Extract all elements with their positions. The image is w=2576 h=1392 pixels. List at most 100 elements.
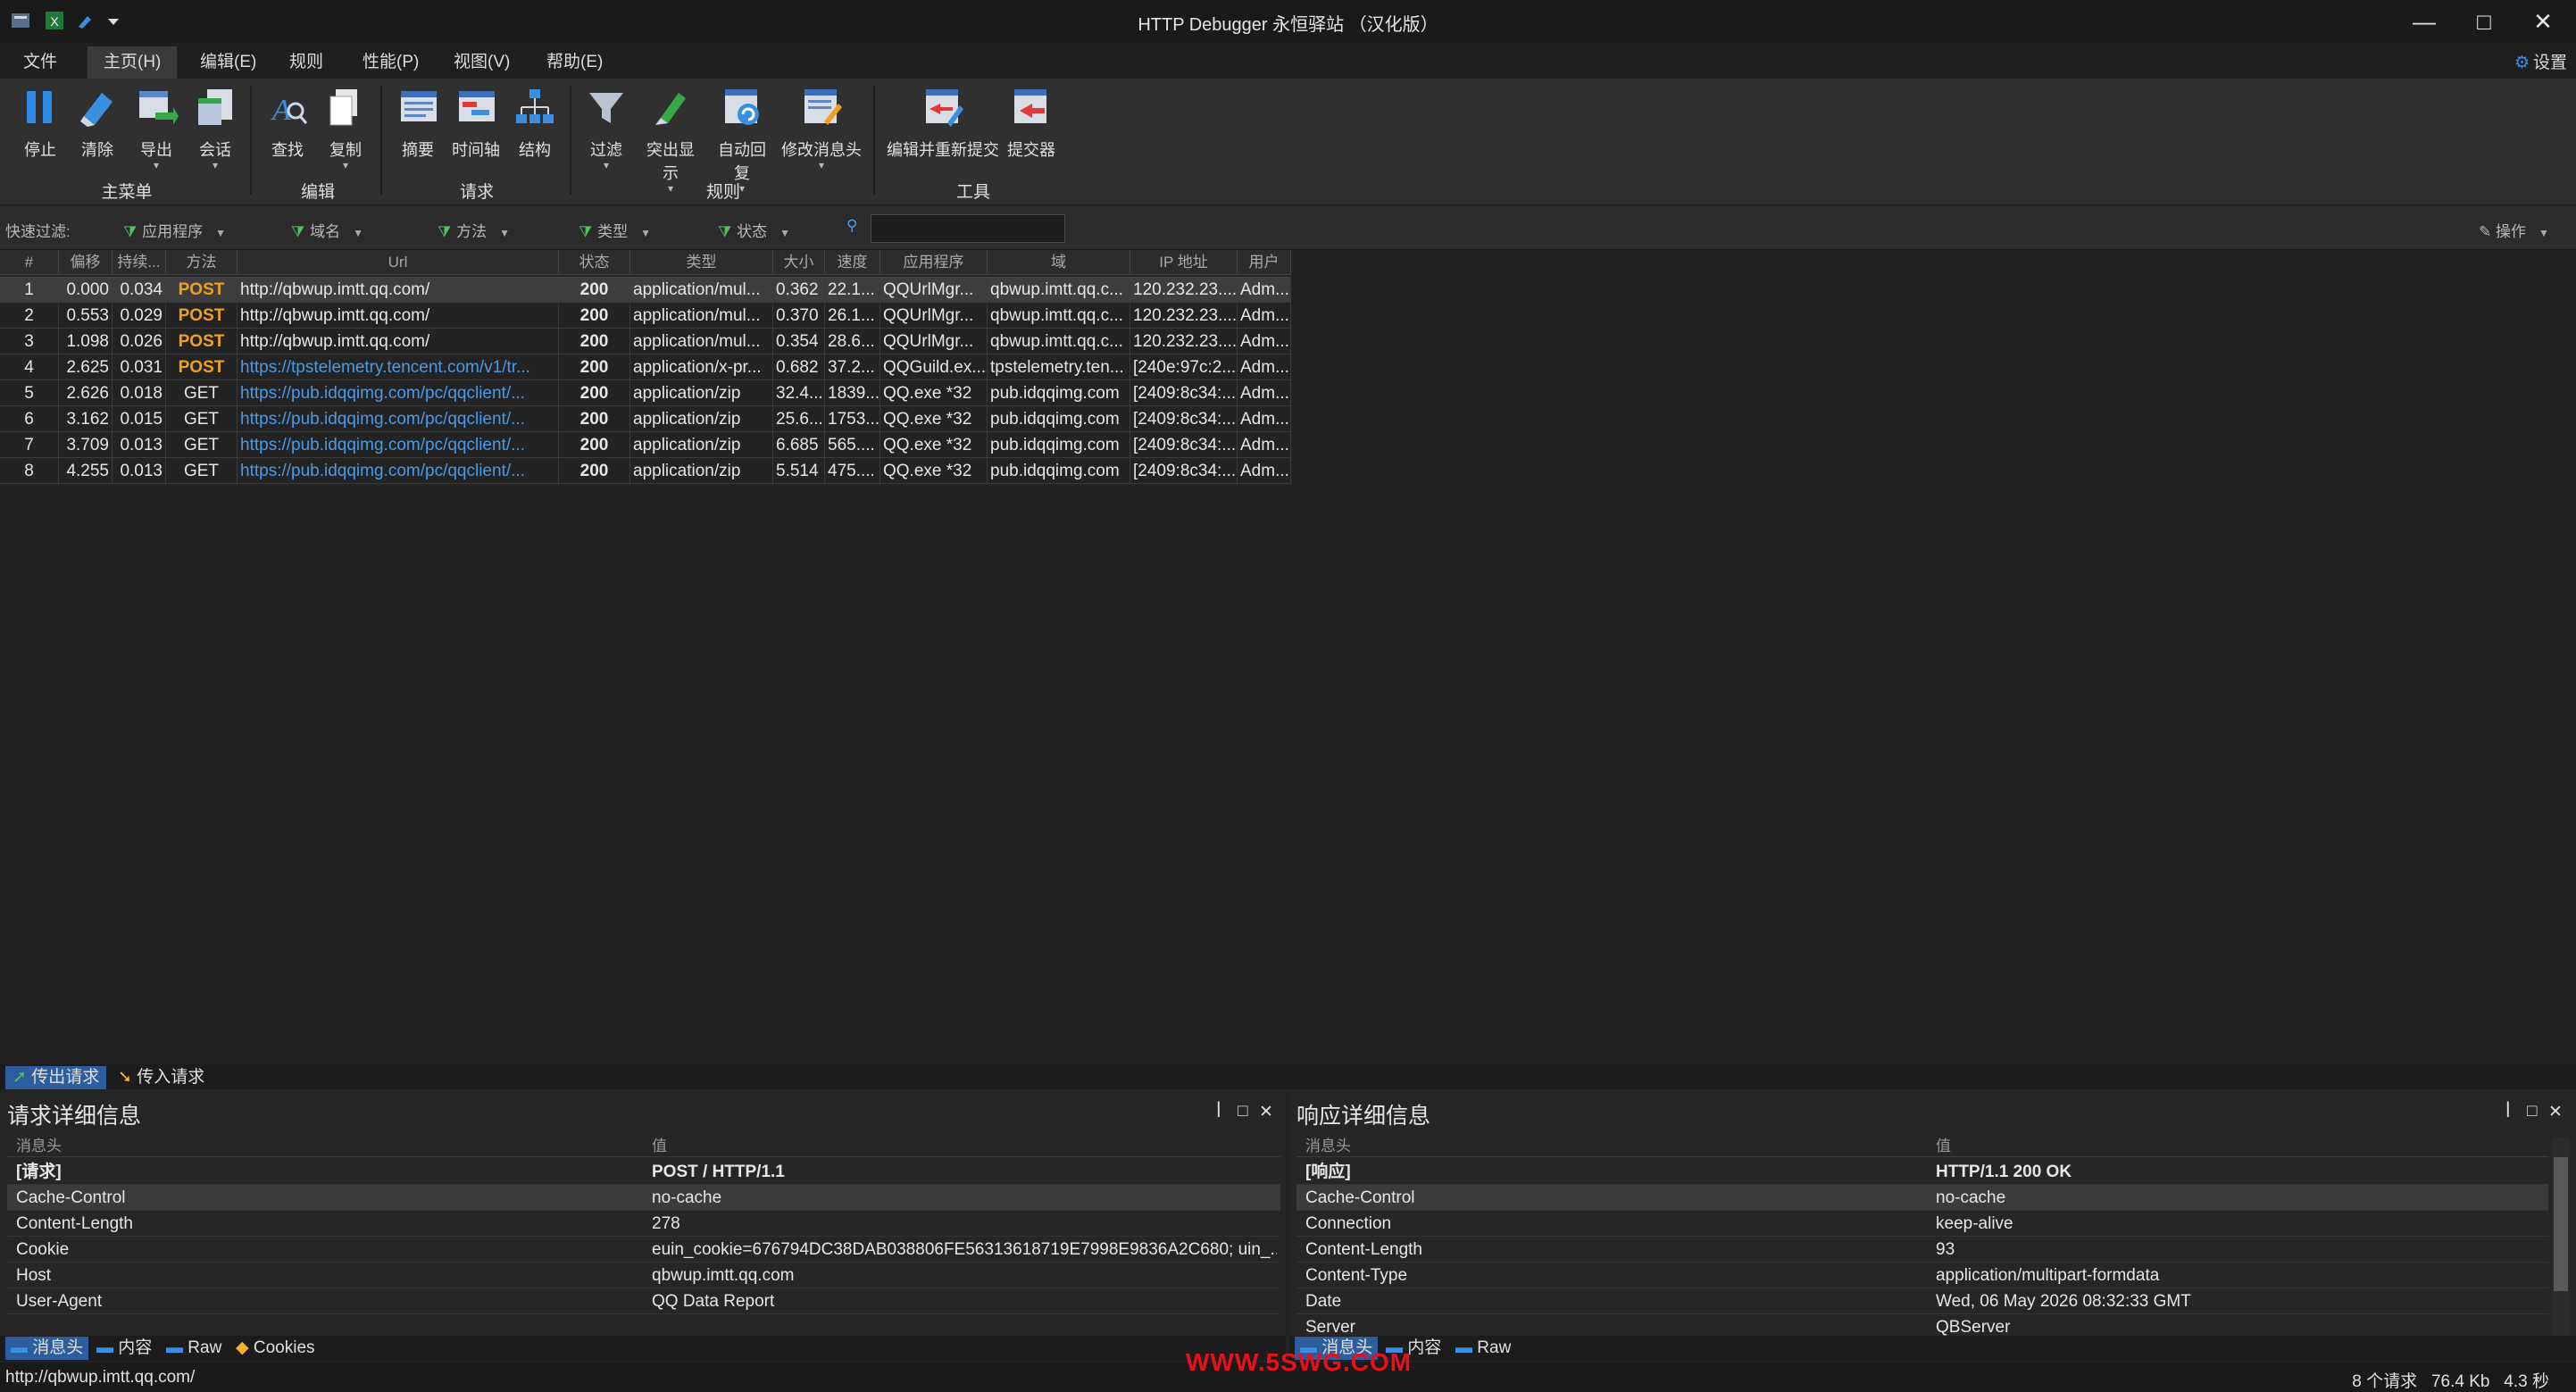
cell-dur: 0.018 — [113, 380, 166, 406]
column-header-url[interactable]: Url — [238, 250, 559, 275]
header-row[interactable]: Cache-Control no-cache — [1296, 1185, 2548, 1211]
timeline-icon — [459, 91, 495, 121]
tab-home[interactable]: 主页(H) — [88, 46, 178, 79]
table-row[interactable]: 1 0.000 0.034 POST http://qbwup.imtt.qq.com/… — [0, 277, 1291, 303]
cell-speed: 1753... — [825, 406, 880, 432]
table-row[interactable]: 6 3.162 0.015 GET https://pub.idqqimg.com/pc… — [0, 406, 1291, 432]
column-header-ip[interactable]: IP 地址 — [1130, 250, 1238, 275]
copy-button[interactable]: 复制 ▾ — [316, 86, 375, 171]
tab-help[interactable]: 帮助(E) — [530, 46, 619, 79]
edit-resubmit-button[interactable]: 编辑并重新提交 — [884, 86, 1002, 161]
cell-ip: 120.232.23.... — [1130, 329, 1238, 354]
column-header-speed[interactable]: 速度 — [825, 250, 880, 275]
header-key: [响应] — [1305, 1163, 1351, 1181]
response-scrollbar-thumb[interactable] — [2554, 1157, 2568, 1291]
table-row[interactable]: 2 0.553 0.029 POST http://qbwup.imtt.qq.com/… — [0, 303, 1291, 329]
header-row[interactable]: Cookie euin_cookie=676794DC38DAB038806FE5… — [7, 1237, 1280, 1263]
header-row[interactable]: User-Agent QQ Data Report — [7, 1288, 1280, 1314]
column-header-status[interactable]: 状态 — [559, 250, 630, 275]
filter-type-dropdown[interactable]: ⧩ 类型 ▼ — [579, 219, 651, 241]
settings-button[interactable]: ⚙ 设置 — [2514, 49, 2567, 73]
export-dropdown-icon[interactable]: ▾ — [127, 159, 186, 171]
maximize-button[interactable]: □ — [2457, 5, 2511, 38]
tab-edit[interactable]: 编辑(E) — [184, 46, 272, 79]
cell-url: http://qbwup.imtt.qq.com/ — [238, 277, 559, 303]
table-row[interactable]: 3 1.098 0.026 POST http://qbwup.imtt.qq.com/… — [0, 329, 1291, 354]
header-row[interactable]: Content-Length 278 — [7, 1211, 1280, 1237]
column-header-number[interactable]: # — [0, 250, 59, 275]
filter-domain-dropdown[interactable]: ⧩ 域名 ▼ — [291, 219, 363, 241]
tab-request-headers[interactable]: ▬ 消息头 — [5, 1337, 89, 1360]
cell-size: 32.4... — [773, 380, 825, 406]
cell-speed: 28.6... — [825, 329, 880, 354]
header-row[interactable]: Content-Type application/multipart-formda… — [1296, 1263, 2548, 1288]
structure-button[interactable]: 结构 — [505, 86, 564, 161]
cell-url: https://pub.idqqimg.com/pc/qqclient/... — [238, 458, 559, 484]
header-row[interactable]: Cache-Control no-cache — [7, 1185, 1280, 1211]
pin-icon[interactable]: ꟾ — [1216, 1102, 1221, 1122]
header-row[interactable]: [响应] HTTP/1.1 200 OK — [1296, 1159, 2548, 1185]
tab-file[interactable]: 文件 — [7, 46, 73, 79]
tab-view[interactable]: 视图(V) — [438, 46, 526, 79]
timeline-button[interactable]: 时间轴 — [446, 86, 505, 161]
tab-response-raw[interactable]: ▬ Raw — [1450, 1337, 1516, 1360]
tab-request-content[interactable]: ▬ 内容 — [91, 1337, 157, 1360]
filter-icon — [589, 93, 623, 123]
export-button[interactable]: 导出 ▾ — [127, 86, 186, 171]
find-button[interactable]: A 查找 — [258, 86, 317, 161]
close-panel-icon[interactable]: ✕ — [2548, 1102, 2563, 1122]
cell-status: 200 — [559, 458, 630, 484]
column-header-offset[interactable]: 偏移 — [59, 250, 113, 275]
filter-app-dropdown[interactable]: ⧩ 应用程序 ▼ — [123, 219, 226, 241]
tab-outgoing-requests[interactable]: ➚ 传出请求 — [5, 1066, 107, 1089]
header-row[interactable]: Date Wed, 06 May 2026 08:32:33 GMT — [1296, 1288, 2548, 1314]
table-row[interactable]: 7 3.709 0.013 GET https://pub.idqqimg.com/pc… — [0, 432, 1291, 458]
cell-size: 6.685 — [773, 432, 825, 458]
column-header-app[interactable]: 应用程序 — [880, 250, 988, 275]
header-row[interactable]: [请求] POST / HTTP/1.1 — [7, 1159, 1280, 1185]
clear-button[interactable]: 清除 — [68, 86, 127, 161]
table-row[interactable]: 5 2.626 0.018 GET https://pub.idqqimg.com/pc… — [0, 380, 1291, 406]
column-header-type[interactable]: 类型 — [630, 250, 773, 275]
cell-method: POST — [166, 354, 238, 380]
copy-dropdown-icon[interactable]: ▾ — [316, 159, 375, 171]
column-header-method[interactable]: 方法 — [166, 250, 238, 275]
stop-button[interactable]: 停止 — [11, 86, 70, 161]
filter-dropdown-icon[interactable]: ▾ — [577, 159, 636, 171]
request-details-header: 消息头 值 — [7, 1136, 1280, 1157]
tab-incoming-requests[interactable]: ➘ 传入请求 — [111, 1066, 212, 1089]
close-button[interactable]: ✕ — [2516, 5, 2570, 38]
maximize-panel-icon[interactable]: □ — [1238, 1102, 1247, 1121]
tab-performance[interactable]: 性能(P) — [346, 46, 435, 79]
operations-button[interactable]: ✎ 操作 ▼ — [2479, 219, 2549, 241]
session-dropdown-icon[interactable]: ▾ — [186, 159, 245, 171]
header-row[interactable]: Host qbwup.imtt.qq.com — [7, 1263, 1280, 1288]
summary-button[interactable]: 摘要 — [388, 86, 447, 161]
pin-icon[interactable]: ꟾ — [2505, 1102, 2511, 1122]
filter-method-dropdown[interactable]: ⧩ 方法 ▼ — [438, 219, 510, 241]
tab-request-raw[interactable]: ▬ Raw — [161, 1337, 227, 1360]
column-header-user[interactable]: 用户 — [1238, 250, 1291, 275]
tab-rules[interactable]: 规则 — [273, 46, 339, 79]
modify-headers-dropdown-icon[interactable]: ▾ — [780, 159, 863, 171]
maximize-panel-icon[interactable]: □ — [2527, 1102, 2537, 1121]
cell-method: POST — [166, 303, 238, 329]
filter-button[interactable]: 过滤 ▾ — [577, 86, 636, 171]
column-header-duration[interactable]: 持续... — [113, 250, 166, 275]
request-details-panel: 请求详细信息 ꟾ □ ✕ 消息头 值 [请求] POST / HTTP/1.1 Ca… — [0, 1093, 1286, 1336]
session-button[interactable]: 会话 ▾ — [186, 86, 245, 171]
header-row[interactable]: Content-Length 93 — [1296, 1237, 2548, 1263]
modify-headers-button[interactable]: 修改消息头 ▾ — [780, 86, 863, 171]
table-row[interactable]: 8 4.255 0.013 GET https://pub.idqqimg.com/pc… — [0, 458, 1291, 484]
cell-method: GET — [166, 458, 238, 484]
header-row[interactable]: Connection keep-alive — [1296, 1211, 2548, 1237]
column-header-domain[interactable]: 域 — [988, 250, 1130, 275]
table-row[interactable]: 4 2.625 0.031 POST https://tpstelemetry.tenc… — [0, 354, 1291, 380]
column-header-size[interactable]: 大小 — [773, 250, 825, 275]
filter-status-dropdown[interactable]: ⧩ 状态 ▼ — [718, 219, 790, 241]
minimize-button[interactable]: — — [2397, 5, 2451, 38]
search-input[interactable] — [871, 214, 1065, 243]
tab-request-cookies[interactable]: ◆ Cookies — [230, 1337, 321, 1360]
submitter-button[interactable]: 提交器 — [1002, 86, 1061, 161]
close-panel-icon[interactable]: ✕ — [1259, 1102, 1273, 1122]
